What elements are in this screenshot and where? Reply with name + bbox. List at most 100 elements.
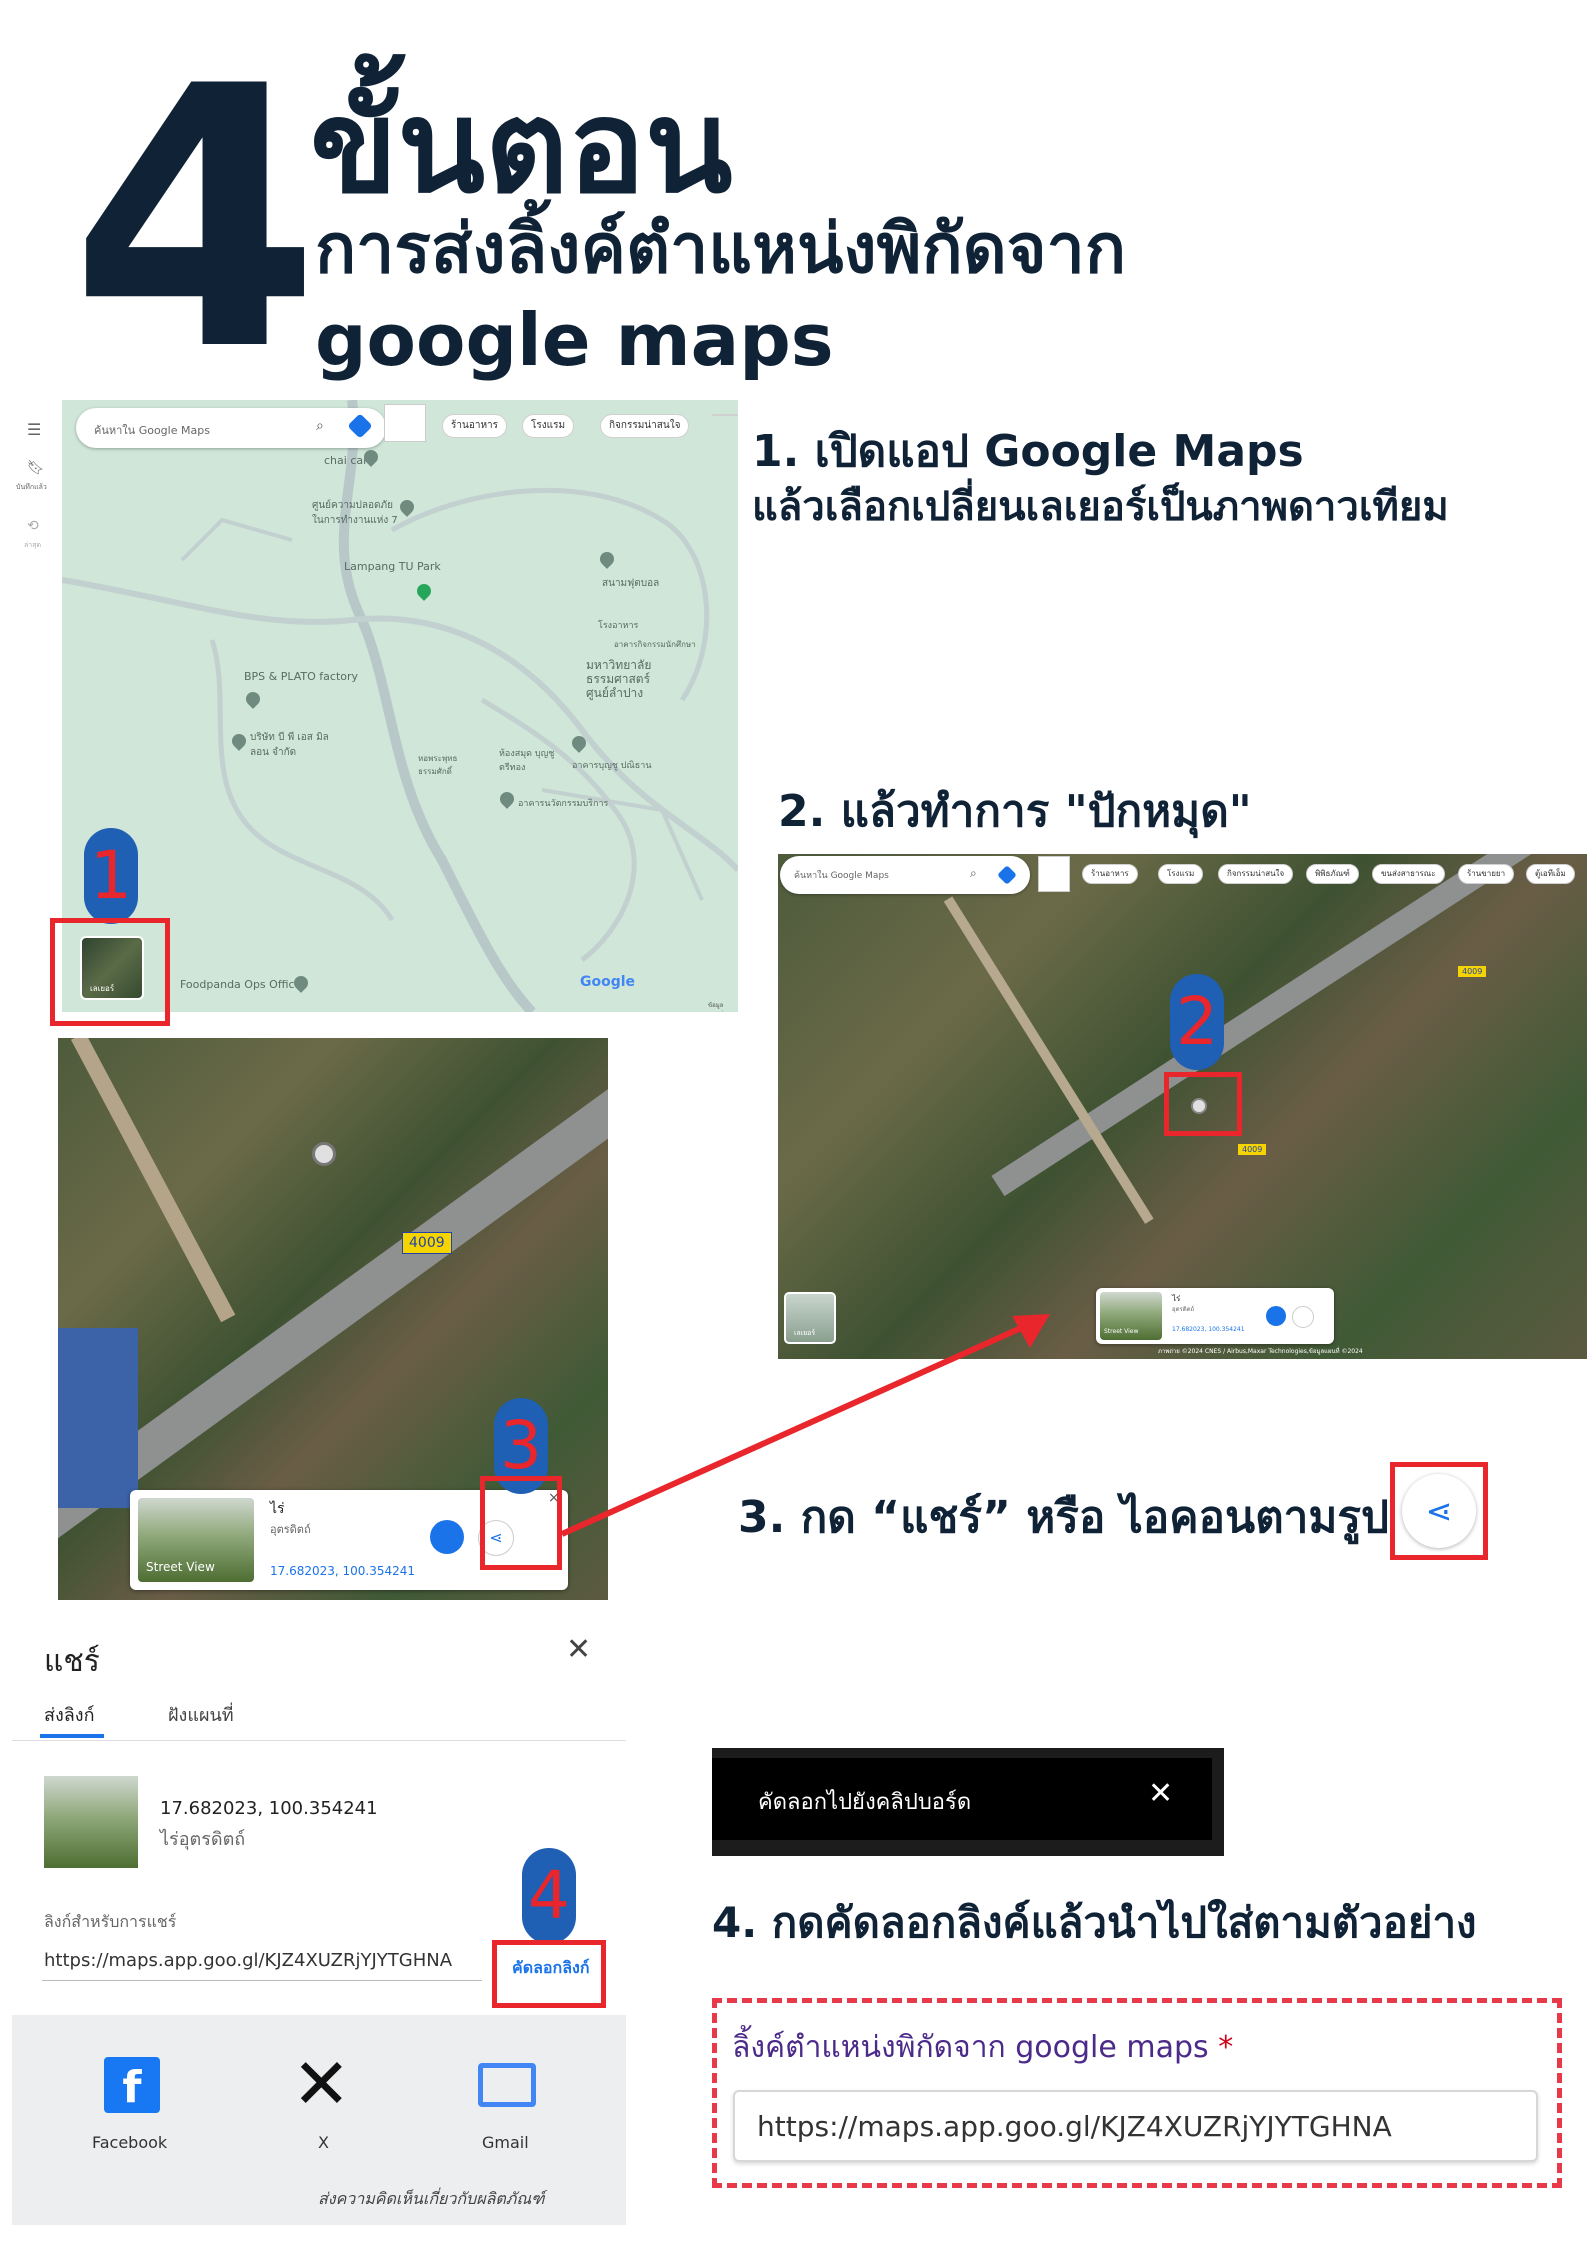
share-link-field[interactable]: https://maps.app.goo.gl/KJZ4XUZRjYJYTGHN… [44, 1950, 452, 1971]
label-foodpanda: Foodpanda Ops Office [180, 978, 302, 991]
form-label-text: ลิ้งค์ตำแหน่งพิกัดจาก google maps [732, 2030, 1209, 2065]
page-subtitle-line1: การส่งลิ้งค์ตำแหน่งพิกัดจาก [315, 210, 1126, 289]
step4-text: 4. กดคัดลอกลิงค์แล้วนำไปใส่ตามตัวอย่าง [712, 1898, 1477, 1947]
chip-transit[interactable]: ขนส่งสาธารณะ [1372, 864, 1445, 884]
chip-restaurant[interactable]: ร้านอาหาร [1082, 864, 1138, 884]
menu-icon[interactable]: ☰ [27, 420, 41, 439]
label-football: สนามฟุตบอล [602, 578, 660, 589]
chip-activity[interactable]: กิจกรรมน่าสนใจ [1218, 864, 1294, 884]
label-building3: อาคารนวัตกรรมบริการ [518, 799, 609, 809]
share-place: ไร่อุตรดิตถ์ [160, 1829, 246, 1850]
copy-link-highlight [492, 1940, 606, 2008]
required-marker: * [1218, 2030, 1234, 2065]
sidebar-recent-label: ล่าสุด [24, 541, 42, 549]
building-roof [58, 1328, 138, 1508]
label-chai-car: chai car [324, 454, 368, 467]
directions-icon[interactable] [997, 865, 1017, 885]
page-subtitle-line2: google maps [315, 298, 834, 382]
directions-button[interactable] [1266, 1306, 1286, 1326]
street-view-label: Street View [146, 1560, 215, 1574]
form-label: ลิ้งค์ตำแหน่งพิกัดจาก google maps * [732, 2024, 1233, 2071]
bookmark-icon[interactable]: 🔖︎ [27, 460, 45, 476]
feedback-link[interactable]: ส่งความคิดเห็นเกี่ยวกับผลิตภัณฑ์ [318, 2187, 544, 2212]
label-company: บริษัท บี พี เอส มิลลอน จำกัด [250, 732, 329, 758]
gmail-label: Gmail [482, 2133, 529, 2152]
step4-badge: 4 [522, 1848, 576, 1944]
directions-icon[interactable] [347, 413, 373, 439]
place-coords[interactable]: 17.682023, 100.354241 [1172, 1326, 1245, 1333]
label-building1: หอพระพุทธ ธรรมศักดิ์ [418, 754, 458, 776]
tab-send-link[interactable]: ส่งลิงก์ [44, 1700, 95, 1729]
step2-highlight [1164, 1072, 1242, 1136]
chip-restaurant[interactable]: ร้านอาหาร [442, 414, 508, 438]
map2-main-road [991, 854, 1587, 1197]
keyboard-icon[interactable] [384, 404, 426, 442]
label-tu-park: Lampang TU Park [344, 560, 441, 573]
toast-container: คัดลอกไปยังคลิปบอร์ด ✕ [712, 1748, 1224, 1856]
place-thumbnail[interactable]: Street View [138, 1498, 254, 1582]
directions-button[interactable] [430, 1520, 464, 1554]
map-copyright: ข้อมูลแผนที่ [708, 1002, 724, 1009]
close-icon[interactable]: ✕ [1148, 1776, 1173, 1811]
chip-hotel[interactable]: โรงแรม [1158, 864, 1204, 884]
label-bps: BPS & PLATO factory [244, 670, 359, 683]
map1-search-input[interactable]: ค้นหาใน Google Maps ⌕ [76, 408, 386, 448]
search-icon[interactable]: ⌕ [970, 866, 977, 881]
x-icon[interactable]: ✕ [292, 2049, 351, 2119]
map2-footer: ภาพถ่าย ©2024 CNES / Airbus,Maxar Techno… [1158, 1348, 1363, 1355]
share-icon[interactable]: ⋖ [1402, 1474, 1476, 1548]
x-label: X [318, 2133, 329, 2152]
step3-highlight [480, 1476, 562, 1570]
map2-search-placeholder: ค้นหาใน Google Maps [794, 871, 889, 881]
google-logo: Google [580, 974, 636, 990]
road-sign: 4009 [1238, 1144, 1267, 1155]
road-sign: 4009 [1458, 966, 1487, 977]
toast-text: คัดลอกไปยังคลิปบอร์ด [758, 1790, 972, 1815]
share-button[interactable] [1292, 1306, 1314, 1328]
label-canteen: โรงอาหาร [598, 621, 639, 631]
step1-highlight [50, 918, 170, 1026]
tab-underline [40, 1734, 104, 1738]
chip-museum[interactable]: พิพิธภัณฑ์ [1306, 864, 1359, 884]
chip-pharmacy[interactable]: ร้านขายยา [1458, 864, 1515, 884]
label-library: ห้องสมุด บุญชูตรีทอง [499, 749, 555, 773]
label-center: ศูนย์ความปลอดภัย ในการทำงานแห่ง 7 [312, 500, 398, 526]
map1-search-placeholder: ค้นหาใน Google Maps [94, 424, 210, 437]
place-subtitle: อุตรดิตถ์ [270, 1523, 311, 1536]
page-title: ขั้นตอน [310, 73, 733, 222]
step1-line2: แล้วเลือกเปลี่ยนเลเยอร์เป็นภาพดาวเทียม [752, 484, 1449, 530]
divider [12, 1740, 626, 1741]
place-coords[interactable]: 17.682023, 100.354241 [270, 1564, 415, 1578]
big-step-number: 4 [70, 10, 320, 429]
sidebar-saved-label: บันทึกแล้ว [16, 483, 47, 491]
share-link-label: ลิงก์สำหรับการแชร์ [44, 1912, 177, 1931]
location-link-input[interactable]: https://maps.app.goo.gl/KJZ4XUZRjYJYTGHN… [733, 2090, 1538, 2162]
step3-text: 3. กด “แชร์” หรือ ไอคอนตามรูป [738, 1492, 1389, 1543]
search-icon[interactable]: ⌕ [316, 418, 324, 434]
share-coords: 17.682023, 100.354241 [160, 1798, 378, 1819]
map2-dirt-road [943, 896, 1154, 1224]
chip-hotel[interactable]: โรงแรม [522, 414, 575, 438]
place-thumbnail[interactable]: Street View [1100, 1292, 1162, 1340]
facebook-icon[interactable]: f [104, 2057, 160, 2113]
street-view-label: Street View [1104, 1328, 1139, 1335]
dropped-pin-icon[interactable] [312, 1142, 336, 1166]
step1-badge: 1 [84, 828, 138, 924]
gmail-icon[interactable] [478, 2063, 536, 2107]
label-activity: อาคารกิจกรรมนักศึกษา [614, 640, 696, 649]
keyboard-icon[interactable] [1038, 856, 1070, 892]
place-subtitle: อุตรดิตถ์ [1172, 1306, 1195, 1313]
chip-atm[interactable]: ตู้เอทีเอ็ม [1526, 864, 1575, 884]
close-icon[interactable]: ✕ [566, 1632, 591, 1667]
place-title: ไร่ [270, 1501, 285, 1517]
tab-embed-map[interactable]: ฝังแผนที่ [168, 1700, 234, 1729]
history-icon[interactable]: ⟲ [27, 518, 39, 534]
place-thumbnail [44, 1776, 138, 1868]
map2-place-card[interactable]: Street View ไร่ อุตรดิตถ์ 17.682023, 100… [1096, 1288, 1334, 1344]
facebook-label: Facebook [92, 2133, 168, 2152]
label-university: มหาวิทยาลัยธรรมศาสตร์ ศูนย์ลำปาง [586, 658, 652, 700]
field-underline [42, 1980, 482, 1981]
chip-activity[interactable]: กิจกรรมน่าสนใจ [600, 414, 690, 438]
map2-search-input[interactable]: ค้นหาใน Google Maps ⌕ [780, 856, 1030, 894]
chip-more[interactable] [712, 414, 738, 416]
